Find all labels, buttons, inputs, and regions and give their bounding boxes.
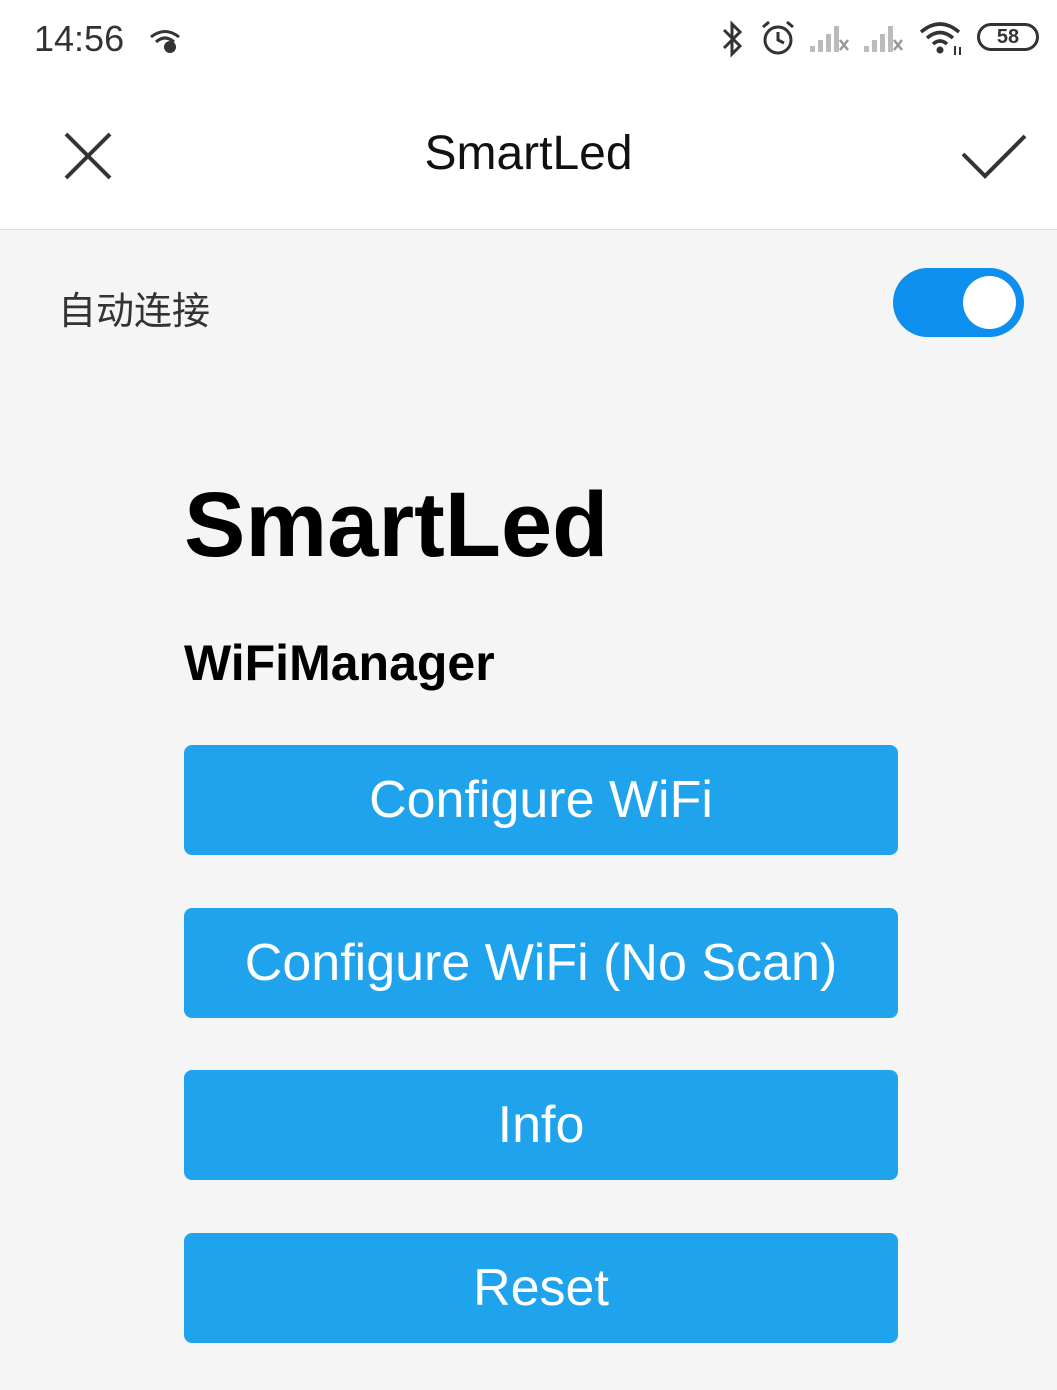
info-button[interactable]: Info xyxy=(184,1070,898,1180)
wifi-status-icon xyxy=(150,30,180,53)
reset-button[interactable]: Reset xyxy=(184,1233,898,1343)
check-icon[interactable] xyxy=(955,124,1031,188)
portal-content: SmartLed WiFiManager xyxy=(184,470,898,691)
configure-wifi-button[interactable]: Configure WiFi xyxy=(184,745,898,855)
page-title: SmartLed xyxy=(424,127,633,180)
status-time: 14:56 xyxy=(34,18,125,59)
signal-icon xyxy=(810,26,849,52)
portal-heading: SmartLed xyxy=(184,474,609,576)
auto-connect-row: 自动连接 xyxy=(0,230,1057,380)
status-bar: 14:56 58 xyxy=(0,0,1057,80)
auto-connect-toggle[interactable] xyxy=(893,268,1024,337)
alarm-icon xyxy=(762,20,794,55)
wifi-icon xyxy=(919,22,961,55)
top-bar: SmartLed xyxy=(0,80,1057,230)
battery-level: 58 xyxy=(996,26,1020,48)
signal-icon xyxy=(864,26,903,52)
portal-subheading: WiFiManager xyxy=(184,635,495,691)
bluetooth-icon xyxy=(722,20,743,58)
battery-icon: 58 xyxy=(977,23,1039,51)
auto-connect-label: 自动连接 xyxy=(58,289,211,333)
configure-wifi-no-scan-button[interactable]: Configure WiFi (No Scan) xyxy=(184,908,898,1018)
toggle-knob xyxy=(963,276,1016,329)
